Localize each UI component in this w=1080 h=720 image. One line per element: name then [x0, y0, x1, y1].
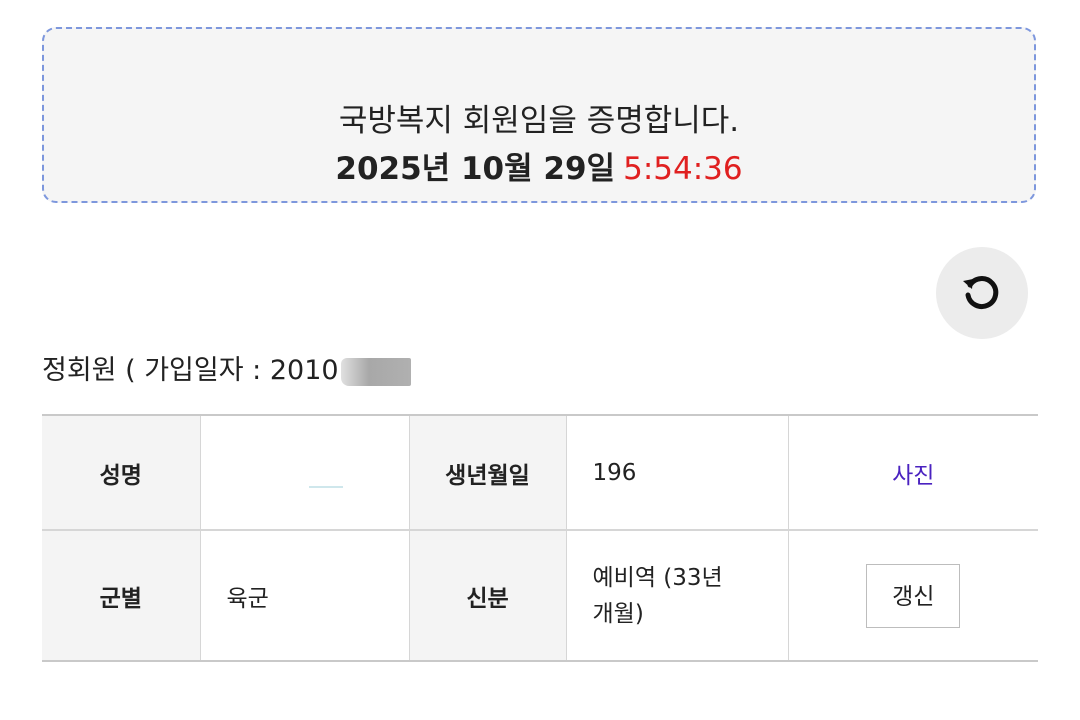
refresh-icon [963, 276, 999, 310]
member-info-table: 성명 생년월일 196 사진 군별 육군 신분 예비역 (33년개월) 갱신 [42, 414, 1038, 662]
table-row: 성명 생년월일 196 사진 [42, 415, 1038, 531]
table-row: 군별 육군 신분 예비역 (33년개월) 갱신 [42, 530, 1038, 661]
certificate-date: 2025년 10월 29일 [335, 151, 616, 187]
member-join-text: 정회원 ( 가입일자 : 2010 [42, 355, 339, 386]
branch-label: 군별 [42, 530, 201, 661]
status-label: 신분 [409, 530, 567, 661]
name-label: 성명 [42, 415, 201, 531]
certificate-time: 5:54:36 [623, 151, 743, 187]
renew-cell: 갱신 [788, 530, 1038, 661]
status-value: 예비역 (33년개월) [566, 530, 789, 661]
birth-label: 생년월일 [409, 415, 567, 531]
refresh-button[interactable] [936, 247, 1028, 339]
membership-certificate-box: 국방복지 회원임을 증명합니다. 2025년 10월 29일 5:54:36 [42, 27, 1036, 203]
certificate-datetime: 2025년 10월 29일 5:54:36 [44, 149, 1034, 189]
branch-value: 육군 [200, 530, 410, 661]
birth-value: 196 [566, 415, 789, 531]
name-value [200, 415, 410, 531]
status-value-line1: 예비역 (33년 [592, 564, 723, 591]
name-redacted [308, 485, 343, 488]
member-info-line: 정회원 ( 가입일자 : 2010 [42, 351, 411, 391]
renew-button[interactable]: 갱신 [866, 563, 961, 628]
redacted-blur [340, 357, 411, 386]
photo-link[interactable]: 사진 [788, 415, 1038, 531]
status-value-line2: 개월) [592, 600, 644, 627]
certificate-statement: 국방복지 회원임을 증명합니다. [338, 103, 740, 139]
